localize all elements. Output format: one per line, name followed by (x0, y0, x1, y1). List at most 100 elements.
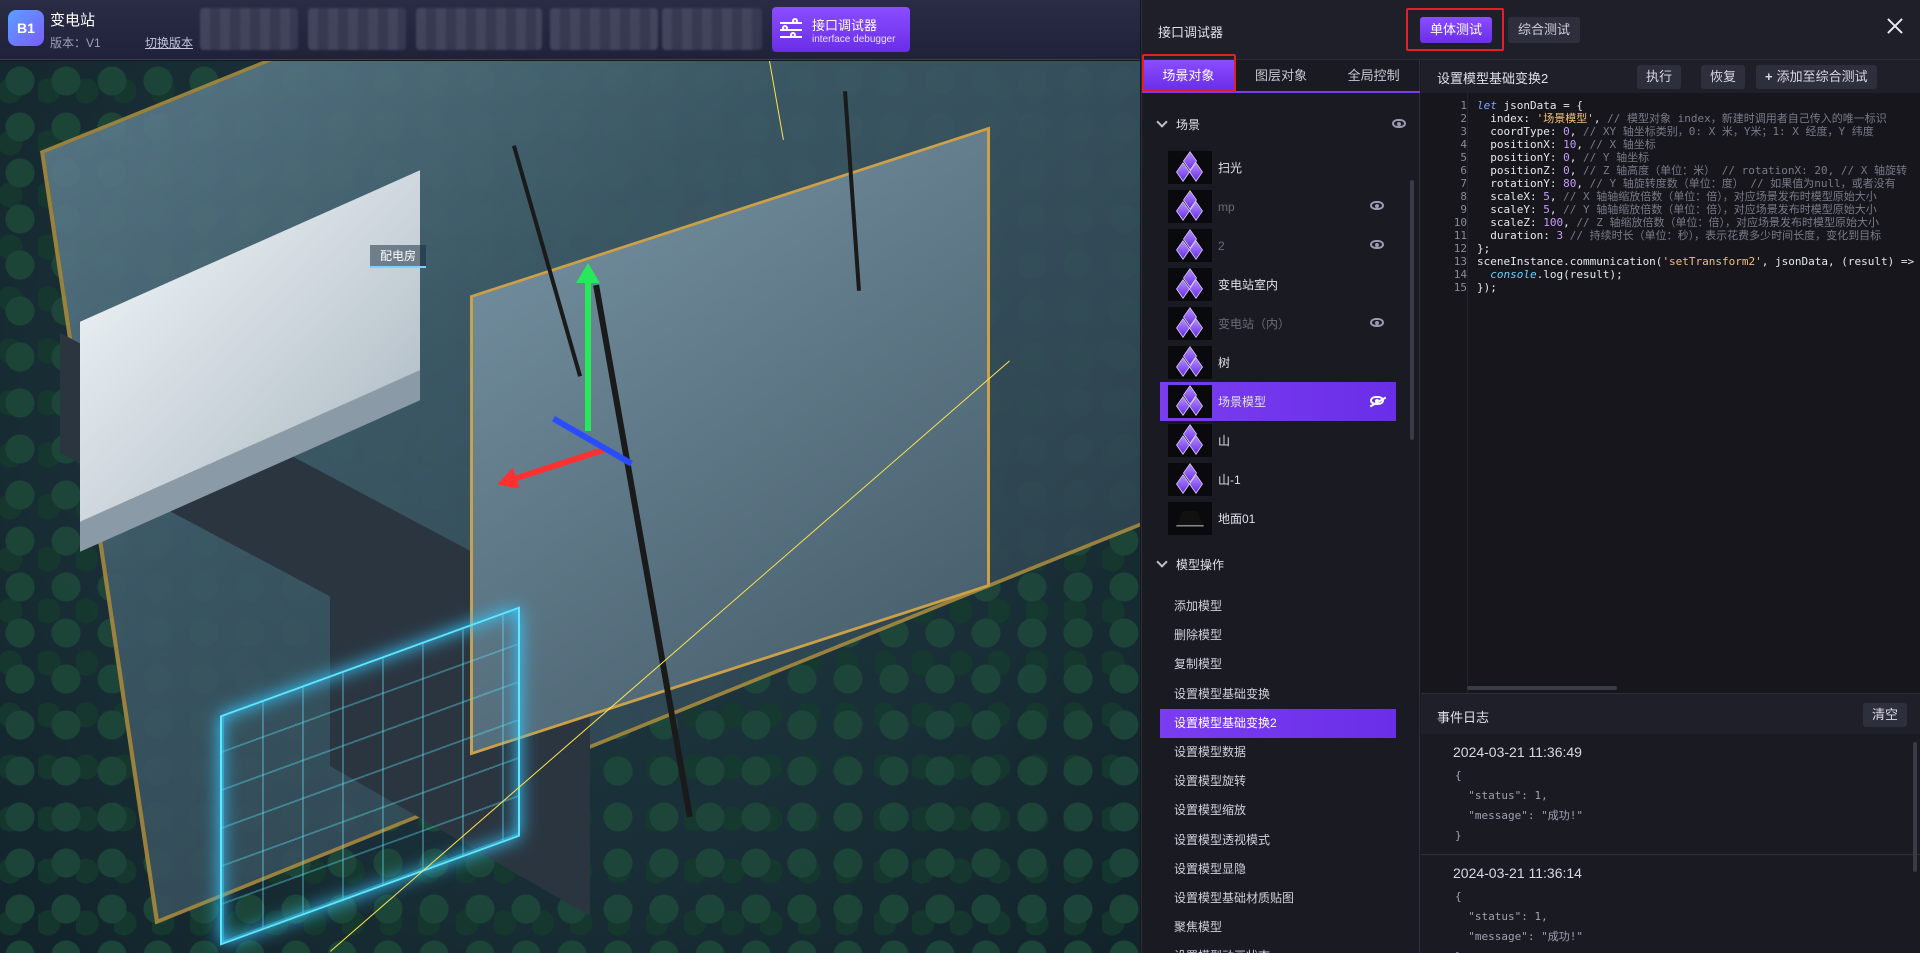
line-number: 5 (1460, 151, 1467, 164)
add-to-combined-button[interactable]: + 添加至综合测试 (1756, 65, 1877, 89)
add-to-combined-label: 添加至综合测试 (1776, 69, 1868, 84)
model-operation-item[interactable]: 设置模型旋转 (1160, 767, 1396, 796)
model-operation-item[interactable]: 复制模型 (1160, 650, 1396, 679)
model-operation-item[interactable]: 聚焦模型 (1160, 913, 1396, 942)
scene-section-header[interactable]: 场景 (1142, 110, 1420, 138)
panel-header: 接口调试器 单体测试 综合测试 (1142, 0, 1920, 60)
ops-section-header[interactable]: 模型操作 (1142, 550, 1420, 578)
code-editor[interactable]: 1 2 3 4 5 6 7 8 9 10 11 12 13 14 15 let jsonData = { i… (1421, 93, 1920, 693)
scene-list-scrollbar[interactable] (1410, 180, 1414, 440)
log-body: { "status": 1, "message": "成功!" } (1455, 890, 1583, 953)
tab-scene-objects[interactable]: 场景对象 (1142, 60, 1235, 91)
model-operation-item[interactable]: 设置模型透视模式 (1160, 826, 1396, 855)
model-operation-item[interactable]: 设置模型缩放 (1160, 796, 1396, 825)
cube-model-icon (1168, 150, 1212, 184)
scene-item-label: 变电站（内） (1218, 317, 1291, 331)
clear-log-button[interactable]: 清空 (1862, 703, 1907, 727)
eye-icon[interactable] (1370, 318, 1384, 327)
single-test-button[interactable]: 单体测试 (1420, 17, 1493, 43)
scene-item-label: mp (1218, 199, 1235, 214)
event-log-list: 2024-03-21 11:36:49 { "status": 1, "messa… (1421, 734, 1920, 953)
model-operation-item[interactable]: 删除模型 (1160, 621, 1396, 650)
cube-model-icon (1168, 228, 1212, 262)
line-number: 4 (1460, 138, 1467, 151)
scene-item[interactable]: mp (1160, 187, 1396, 226)
scene-item-label: 树 (1218, 356, 1231, 370)
scene-item[interactable]: 树 (1160, 343, 1396, 382)
scene-item-label: 山 (1218, 434, 1231, 448)
line-number: 6 (1460, 164, 1467, 177)
code-content[interactable]: let jsonData = { index: '场景模型', // 模型对象 … (1477, 99, 1920, 294)
line-number: 14 (1453, 268, 1467, 281)
cube-model-icon (1168, 267, 1212, 301)
line-number: 12 (1453, 242, 1467, 255)
3d-viewport[interactable]: 配电房 (0, 61, 1140, 953)
app-logo-icon: B1 (8, 10, 44, 46)
model-operation-item[interactable]: 添加模型 (1160, 592, 1396, 621)
scene-item[interactable]: 变电站（内） (1160, 304, 1396, 343)
execute-button[interactable]: 执行 (1637, 65, 1682, 89)
model-operation-item[interactable]: 设置模型数据 (1160, 738, 1396, 767)
debugger-panel: 接口调试器 单体测试 综合测试 场景对象 图层对象 全局控制 场景 扫光 mp 2 变… (1141, 0, 1920, 953)
blurred-tab-3[interactable] (416, 8, 542, 50)
blurred-tab-5[interactable] (662, 8, 762, 50)
blurred-tab-1[interactable] (200, 8, 298, 50)
scene-item[interactable]: 山 (1160, 421, 1396, 460)
switch-version-link[interactable]: 切换版本 (145, 34, 193, 51)
eye-off-icon[interactable] (1370, 396, 1384, 405)
eye-icon[interactable] (1370, 240, 1384, 249)
debugger-tab-title: 接口调试器 (812, 17, 878, 33)
tab-layer-objects[interactable]: 图层对象 (1235, 60, 1328, 91)
log-timestamp: 2024-03-21 11:36:14 (1453, 865, 1582, 881)
code-title: 设置模型基础变换2 (1437, 71, 1549, 86)
ops-section-title: 模型操作 (1176, 557, 1225, 572)
tab-global-control[interactable]: 全局控制 (1327, 60, 1420, 91)
log-entry: 2024-03-21 11:36:49 { "status": 1, "messa… (1421, 734, 1920, 855)
scene-item[interactable]: 变电站室内 (1160, 265, 1396, 304)
cube-model-icon (1168, 384, 1212, 418)
code-header: 设置模型基础变换2 执行 恢复 + 添加至综合测试 (1421, 60, 1920, 93)
scene-item[interactable]: 地面01 (1160, 499, 1396, 538)
chevron-down-icon (1156, 556, 1168, 568)
app-title: 变电站 (50, 12, 96, 29)
scene-item[interactable]: 山-1 (1160, 460, 1396, 499)
scene-item[interactable]: 场景模型 (1160, 382, 1396, 421)
model-operation-item[interactable]: 设置模型基础变换 (1160, 680, 1396, 709)
model-operation-item[interactable]: 设置模型基础变换2 (1160, 708, 1396, 738)
blurred-tab-2[interactable] (308, 8, 406, 50)
eye-icon[interactable] (1370, 201, 1384, 210)
panel-title: 接口调试器 (1158, 25, 1224, 40)
version-label: 版本：V1 (50, 36, 101, 50)
restore-button[interactable]: 恢复 (1701, 65, 1746, 89)
eye-icon[interactable] (1392, 119, 1406, 128)
object-tabs: 场景对象 图层对象 全局控制 (1142, 60, 1420, 93)
log-scrollbar[interactable] (1913, 742, 1917, 872)
gizmo-y-axis-handle[interactable] (576, 263, 600, 431)
line-number: 13 (1453, 255, 1467, 268)
log-timestamp: 2024-03-21 11:36:49 (1453, 744, 1582, 760)
scene-item-label: 2 (1218, 238, 1225, 253)
scene-item[interactable]: 2 (1160, 226, 1396, 265)
blurred-tab-4[interactable] (550, 8, 658, 50)
code-horizontal-scrollbar[interactable] (1467, 686, 1617, 690)
cube-model-icon (1168, 189, 1212, 223)
combined-test-button[interactable]: 综合测试 (1508, 17, 1581, 43)
model-operation-item[interactable]: 设置模型基础材质贴图 (1160, 884, 1396, 913)
event-log-header: 事件日志 清空 (1421, 693, 1920, 734)
model-operation-item[interactable]: 设置模型显隐 (1160, 855, 1396, 884)
chevron-down-icon (1156, 116, 1168, 128)
cube-model-icon (1168, 306, 1212, 340)
close-icon[interactable] (1885, 16, 1905, 36)
debugger-tab-subtitle: interface debugger (812, 33, 896, 45)
line-number: 8 (1460, 190, 1467, 203)
model-operation-list: 添加模型 删除模型 复制模型 设置模型基础变换 设置模型基础变换2 设置模型数据 设置模型旋… (1160, 592, 1396, 953)
plane-model-icon (1168, 502, 1212, 535)
interface-debugger-tab[interactable]: 接口调试器 interface debugger (772, 7, 910, 52)
scene-section-title: 场景 (1176, 117, 1201, 132)
line-number: 3 (1460, 125, 1467, 138)
sliders-icon (778, 17, 804, 43)
model-operation-item[interactable]: 设置模型动画状态 (1160, 942, 1396, 953)
line-number: 11 (1453, 229, 1467, 242)
scene-item[interactable]: 扫光 (1160, 148, 1396, 187)
scene-object-list: 扫光 mp 2 变电站室内变电站（内） 树场景模型山山-1 地面01 (1160, 148, 1396, 544)
